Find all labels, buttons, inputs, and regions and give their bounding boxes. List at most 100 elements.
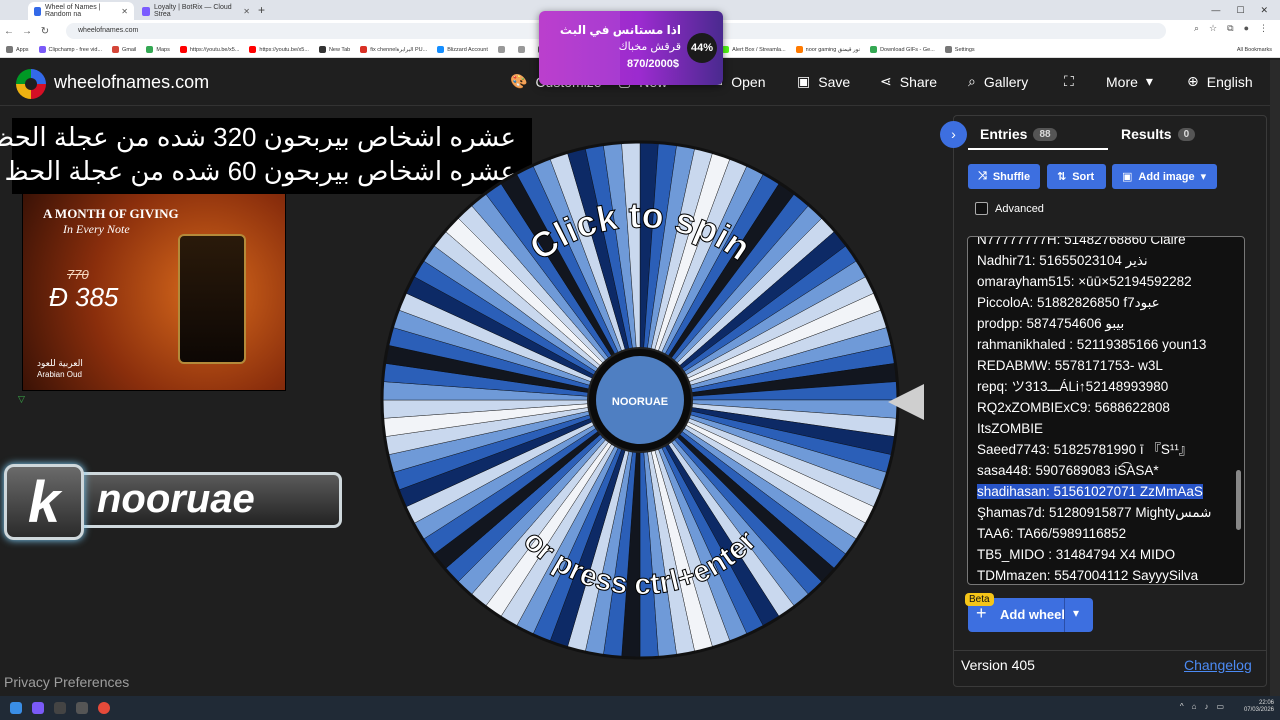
perfume-ad[interactable]: A MONTH OF GIVING In Every Note 770 Ð 38… [22,193,286,391]
nav-label: English [1206,73,1253,90]
entry-line[interactable]: TAA6: TA66/5989116852 [977,523,1227,544]
entry-line[interactable]: repq: ツ313ـــÁLi↑52148993980 [977,376,1227,397]
entry-line[interactable]: TDMmazen: 5547004112 SayyySilva [977,565,1227,584]
adchoices-icon[interactable]: ▽ [18,394,25,405]
entry-line[interactable]: Şhamas7d: 51280915877 Mightyشمس [977,502,1227,523]
entry-line[interactable]: TB5_MIDO : 31484794 X4 MIDO [977,544,1227,565]
entry-line[interactable]: rahmanikhaled : 52119385166 youn13 [977,334,1227,355]
entry-line[interactable]: Saeed7743: 51825781990 ī 『S¹¹』 [977,439,1227,460]
chevron-up-icon[interactable]: ^ [1180,702,1184,711]
zoom-icon[interactable]: ⌕ [1194,23,1199,34]
bookmark-item[interactable]: https://youtu.be/x5... [179,46,239,53]
entry-line[interactable]: shadihasan: 51561027071 ZzMmAaS [977,481,1227,502]
ad-brand: Arabian Oud [37,370,82,379]
reload-icon[interactable]: ↻ [36,26,54,37]
tab-results[interactable]: Results 0 [1121,126,1196,142]
browser-tab-botrix[interactable]: Loyalty | BotRix — Cloud Strea ✕ [136,2,256,20]
shuffle-button[interactable]: ⤨ Shuffle [968,164,1040,189]
bookmark-item[interactable]: https://youtu.be/x5... [249,46,309,53]
bookmark-item[interactable]: fix chennelالبرابرة PU... [360,46,427,53]
nav-gallery[interactable]: ⌕ Gallery [968,73,1028,90]
add-image-button[interactable]: ▣ Add image ▾ [1112,164,1217,189]
menu-icon[interactable]: ⋮ [1259,23,1268,34]
entries-scrollbar[interactable] [1236,240,1241,580]
bookmark-item[interactable]: Settings [944,46,975,53]
bookmark-item[interactable]: Gmail [112,46,136,53]
entry-line[interactable]: Nadhir71: 51655023104 نذير [977,250,1227,271]
changelog-link[interactable]: Changelog [1184,657,1252,673]
clock[interactable]: 22:06 07/03/2026 [1244,700,1274,714]
bookmark-item[interactable]: noor gaming نور قيمنق [795,46,860,53]
wheel[interactable]: Click to spin or press ctrl+enter NOORUA… [380,140,900,660]
entry-line[interactable]: omarayham515: ×ūū×52194592282 [977,271,1227,292]
windows-start-icon[interactable] [10,702,22,714]
bookmark-label: Settings [954,46,975,53]
maximize-icon[interactable]: ☐ [1236,5,1244,16]
wheel-logo-icon[interactable] [16,69,46,99]
nav-save[interactable]: ▣ Save [797,73,850,90]
privacy-preferences-link[interactable]: Privacy Preferences [4,674,129,690]
profile-icon[interactable]: ● [1244,23,1249,34]
app-icon[interactable] [54,702,66,714]
browser-tab-wheel[interactable]: Wheel of Names | Random na ✕ [28,2,134,20]
plus-icon: + [976,603,987,623]
chevron-down-icon[interactable]: ▾ [1073,606,1079,620]
star-icon[interactable]: ☆ [1209,23,1217,34]
entry-line[interactable]: N77777777H: 51482768860 Claire [977,236,1227,250]
entry-line[interactable]: sasa448: 5907689083 iS͡ASA* [977,460,1227,481]
advanced-checkbox[interactable] [975,202,988,215]
bookmark-item[interactable] [497,46,508,53]
bookmark-item[interactable]: Maps [146,46,170,53]
close-tab-icon[interactable]: ✕ [121,7,128,16]
nav-fullscreen[interactable]: ⛶ [1064,73,1082,90]
bookmark-item[interactable]: Clipchamp - free vid... [38,46,102,53]
ad-price: Ð 385 [49,282,118,313]
nav-label: Save [818,73,851,90]
advanced-label: Advanced [995,203,1044,215]
sort-icon: ⇅ [1057,171,1067,183]
chrome-icon[interactable] [98,702,110,714]
entry-line[interactable]: REDABMW: 5578171753- w3L [977,355,1227,376]
clock-time: 22:06 [1258,700,1274,706]
new-tab-button[interactable]: + [258,3,265,17]
bookmark-item[interactable]: Download GIFs - Ge... [870,46,935,53]
network-icon[interactable]: ⌂ [1192,702,1197,711]
bookmark-item[interactable]: Apps [6,46,29,53]
nav-english[interactable]: ⊕ English [1187,73,1253,90]
entry-line[interactable]: RQ2xZOMBIExC9: 5688622808 [977,397,1227,418]
app-icon[interactable] [32,702,44,714]
entry-text: RQ2xZOMBIExC9: 5688622808 [977,400,1170,415]
entries-textarea[interactable]: N77777777H: 51482768860 Claire Nadhir71: … [967,236,1245,585]
bookmark-favicon-icon [870,46,878,53]
entry-line[interactable]: prodpp: 5874754606 بيبو [977,313,1227,334]
entry-line[interactable]: ItsZOMBIE [977,418,1227,439]
all-bookmarks-button[interactable]: All Bookmarks [1237,47,1272,53]
close-window-icon[interactable]: ✕ [1260,5,1268,16]
minimize-icon[interactable]: — [1211,5,1220,15]
wheel-svg[interactable]: Click to spin or press ctrl+enter NOORUA… [380,140,900,660]
collapse-panel-chevron-icon[interactable]: › [940,121,967,148]
scrollbar-thumb[interactable] [1236,470,1241,530]
battery-icon[interactable]: ▭ [1216,702,1224,711]
page-scrollbar[interactable] [1270,60,1280,696]
close-tab-icon[interactable]: ✕ [243,7,250,16]
tab-entries[interactable]: Entries 88 [980,126,1057,142]
nav-more[interactable]: More ▾ [1106,73,1153,90]
entry-text: N77777777H: 51482768860 Claire [977,236,1186,247]
bookmark-item[interactable] [517,46,528,53]
extensions-icon[interactable]: ⧉ [1227,23,1233,34]
shuffle-label: Shuffle [992,170,1031,183]
sort-button[interactable]: ⇅ Sort [1047,164,1106,189]
bookmark-item[interactable]: Alert Box / Streamla... [722,46,786,53]
volume-icon[interactable]: ♪ [1204,702,1208,711]
channel-letter-icon: k [4,464,84,540]
app-icon[interactable] [76,702,88,714]
entry-line[interactable]: PiccoloA: 51882826850 f7عبود [977,292,1227,313]
bookmark-item[interactable]: Blizzard Account [437,46,488,53]
back-icon[interactable]: ← [0,26,18,37]
site-title[interactable]: wheelofnames.com [54,72,209,93]
forward-icon[interactable]: → [18,26,36,37]
system-tray: ^ ⌂ ♪ ▭ [1180,702,1224,711]
bookmark-item[interactable]: New Tab [318,46,350,53]
nav-share[interactable]: ⋖ Share [880,73,937,90]
